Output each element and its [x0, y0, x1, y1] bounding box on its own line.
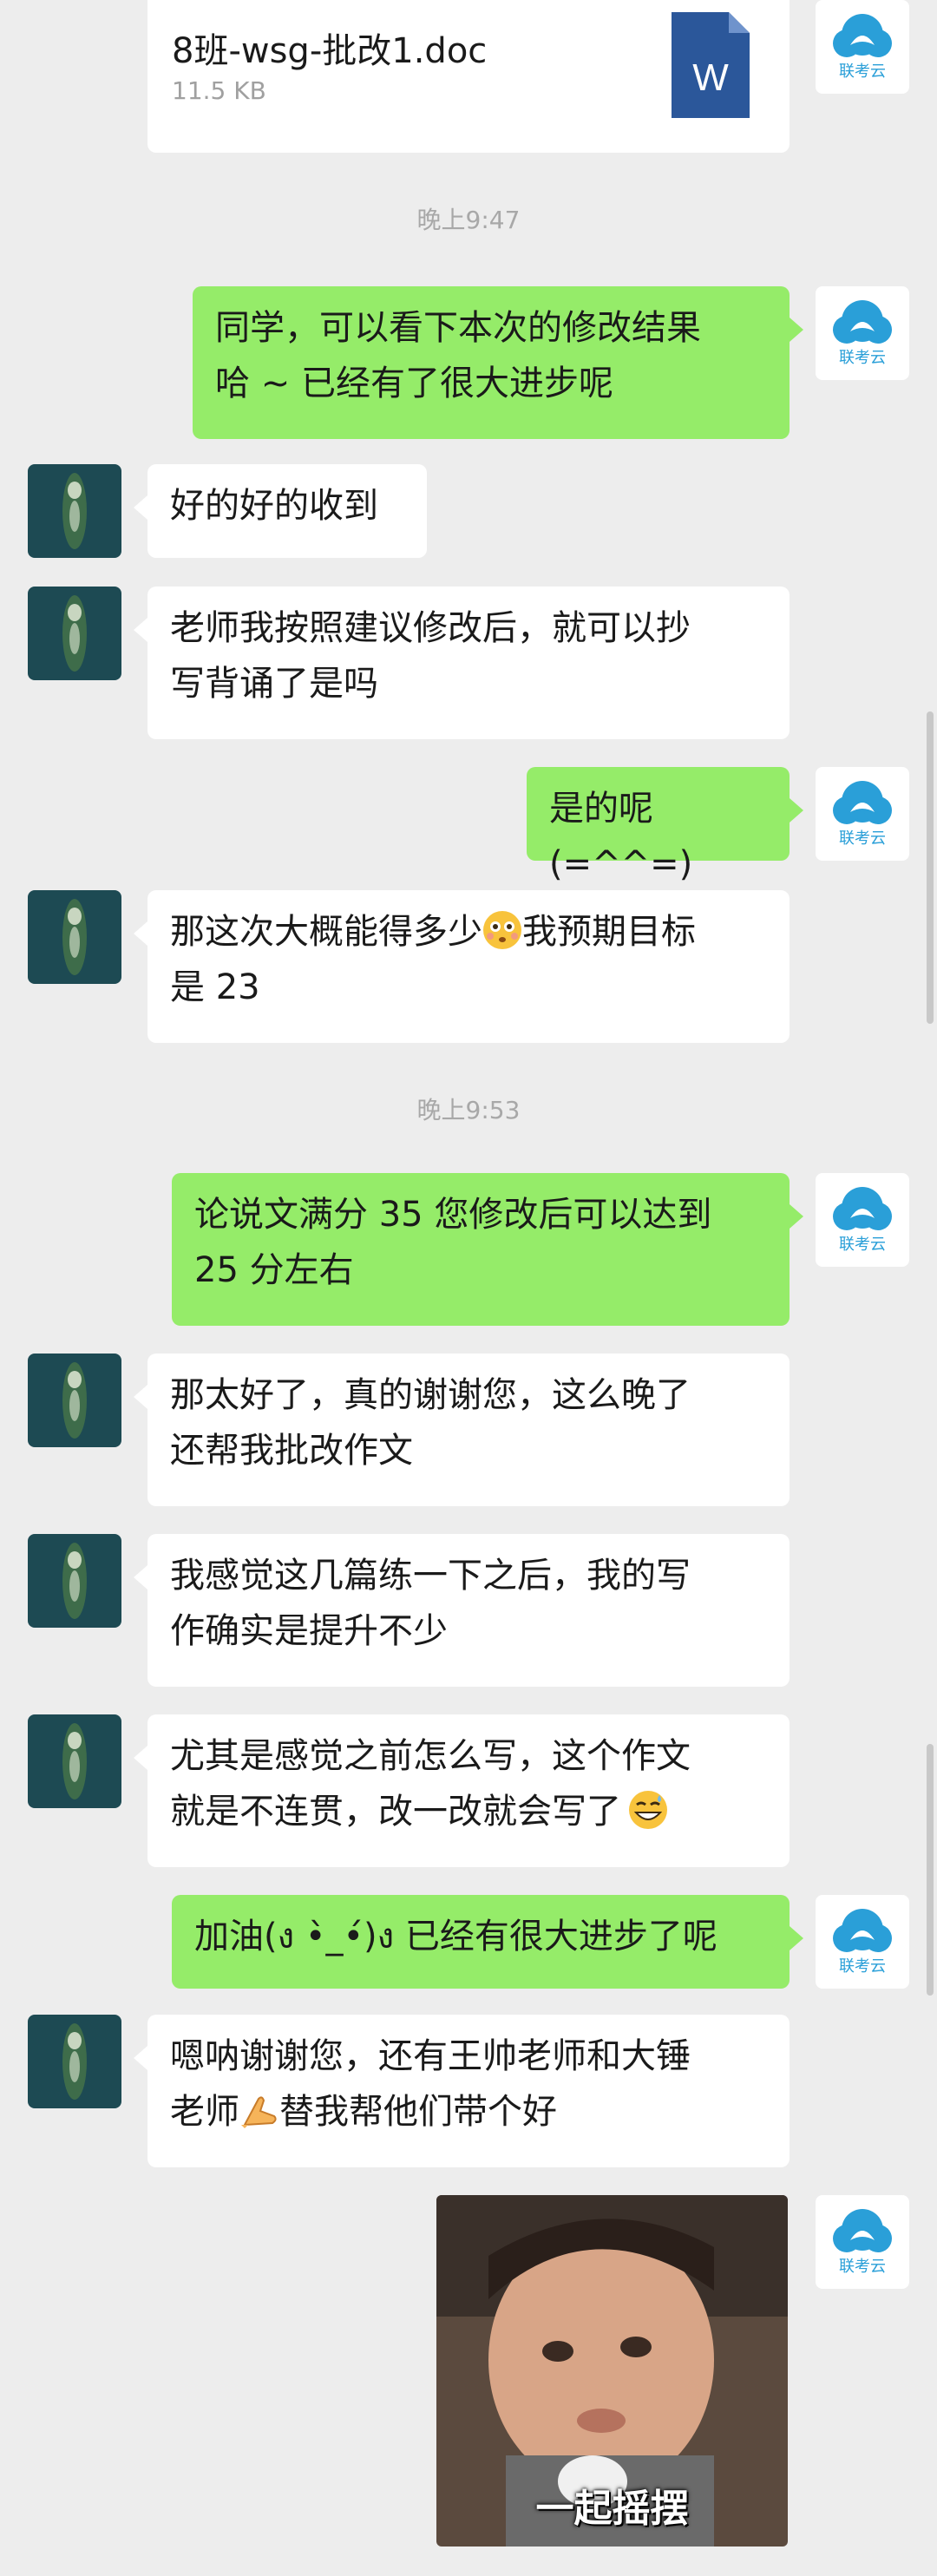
message-bubble[interactable]: 论说文满分 35 您修改后可以达到 25 分左右: [172, 1173, 803, 1326]
message-text: 同学，可以看下本次的修改结果: [215, 308, 701, 348]
praying-hands-emoji-icon: [241, 2096, 277, 2128]
teacher-avatar[interactable]: 联考云: [816, 1895, 909, 1989]
grinning-sweat-emoji-icon: [629, 1791, 667, 1829]
cloud-logo-icon: 联考云: [816, 0, 909, 94]
message-text-part: 就是不连贯，改一改就会写了: [170, 1792, 621, 1832]
message-text: 就是不连贯，改一改就会写了: [170, 1784, 767, 1839]
island-avatar-icon: [28, 1534, 121, 1628]
message-text: 是 23: [170, 967, 260, 1007]
sticker-caption: 一起摇摆: [535, 2487, 689, 2531]
message-bubble[interactable]: 老师我按照建议修改后，就可以抄 写背诵了是吗: [134, 587, 790, 739]
cloud-logo-icon: 联考云: [816, 286, 909, 380]
message-text: 还帮我批改作文: [170, 1431, 413, 1471]
cloud-logo-icon: 联考云: [816, 1173, 909, 1267]
message-text: 论说文满分 35 您修改后可以达到: [194, 1195, 712, 1235]
student-avatar[interactable]: [28, 890, 121, 984]
message-text-part: 替我帮他们带个好: [279, 2092, 557, 2132]
timestamp: 晚上9:53: [416, 1096, 521, 1124]
sticker-image[interactable]: 一起摇摆: [436, 2195, 788, 2547]
message-text-part: 我预期目标: [522, 912, 696, 952]
message-text-part: 老师: [170, 2092, 239, 2132]
student-avatar[interactable]: [28, 1534, 121, 1628]
svg-text:联考云: 联考云: [839, 2258, 886, 2276]
message-text: 老师 替我帮他们带个好: [170, 2084, 767, 2140]
student-avatar[interactable]: [28, 1354, 121, 1447]
svg-text:W: W: [692, 56, 729, 99]
message-text: 好的好的收到: [170, 486, 378, 526]
flushed-emoji-icon: [483, 911, 521, 949]
svg-text:联考云: 联考云: [839, 1957, 886, 1976]
message-bubble[interactable]: 是的呢(=^^=): [527, 767, 803, 884]
message-text: 尤其是感觉之前怎么写，这个作文: [170, 1736, 691, 1776]
cloud-logo-icon: 联考云: [816, 767, 909, 861]
message-text: 嗯呐谢谢您，还有王帅老师和大锤: [170, 2036, 691, 2076]
teacher-avatar[interactable]: 联考云: [816, 2195, 909, 2289]
scrollbar[interactable]: [927, 711, 934, 1024]
message-text: 加油(ง •̀_•́)ง 已经有很大进步了呢: [194, 1917, 717, 1957]
message-text: 写背诵了是吗: [170, 664, 378, 704]
island-avatar-icon: [28, 1714, 121, 1808]
message-bubble[interactable]: 那这次大概能得多少 我预期目标 是 23: [134, 890, 790, 1043]
message-bubble[interactable]: 好的好的收到: [134, 464, 427, 558]
student-avatar[interactable]: [28, 2015, 121, 2108]
teacher-avatar[interactable]: 联考云: [816, 0, 909, 94]
message-text: 老师我按照建议修改后，就可以抄: [170, 608, 691, 648]
svg-text:联考云: 联考云: [839, 349, 886, 367]
teacher-avatar[interactable]: 联考云: [816, 767, 909, 861]
message-bubble[interactable]: 加油(ง •̀_•́)ง 已经有很大进步了呢: [172, 1895, 803, 1989]
message-text: 那这次大概能得多少 我预期目标: [170, 904, 767, 960]
student-avatar[interactable]: [28, 587, 121, 680]
island-avatar-icon: [28, 587, 121, 680]
message-text: 我感觉这几篇练一下之后，我的写: [170, 1556, 691, 1596]
message-bubble[interactable]: 嗯呐谢谢您，还有王帅老师和大锤 老师 替我帮他们带个好: [134, 2015, 790, 2167]
file-size: 11.5 KB: [172, 76, 266, 105]
island-avatar-icon: [28, 2015, 121, 2108]
message-bubble[interactable]: 那太好了，真的谢谢您，这么晚了 还帮我批改作文: [134, 1354, 790, 1506]
island-avatar-icon: [28, 1354, 121, 1447]
file-card[interactable]: 8班-wsg-批改1.doc 11.5 KB W: [147, 0, 790, 153]
island-avatar-icon: [28, 464, 121, 558]
file-name: 8班-wsg-批改1.doc: [172, 31, 488, 71]
message-text-part: 那这次大概能得多少: [170, 912, 482, 952]
svg-text:联考云: 联考云: [839, 829, 886, 848]
message-text: 作确实是提升不少: [170, 1611, 448, 1651]
message-bubble[interactable]: 同学，可以看下本次的修改结果 哈 ~ 已经有了很大进步呢: [193, 286, 803, 439]
message-text: 哈 ~ 已经有了很大进步呢: [215, 364, 613, 403]
student-avatar[interactable]: [28, 1714, 121, 1808]
word-document-icon: W: [672, 12, 750, 118]
cloud-logo-icon: 联考云: [816, 2195, 909, 2289]
scrollbar[interactable]: [927, 1744, 934, 1996]
message-text: 是的呢(=^^=): [549, 789, 693, 884]
timestamp: 晚上9:47: [416, 206, 521, 234]
island-avatar-icon: [28, 890, 121, 984]
message-bubble[interactable]: 我感觉这几篇练一下之后，我的写 作确实是提升不少: [134, 1534, 790, 1687]
message-text: 那太好了，真的谢谢您，这么晚了: [170, 1375, 691, 1415]
student-avatar[interactable]: [28, 464, 121, 558]
message-bubble[interactable]: 尤其是感觉之前怎么写，这个作文 就是不连贯，改一改就会写了: [134, 1714, 790, 1867]
message-text: 25 分左右: [194, 1250, 354, 1290]
cloud-logo-icon: 联考云: [816, 1895, 909, 1989]
svg-text:联考云: 联考云: [839, 62, 886, 81]
teacher-avatar[interactable]: 联考云: [816, 1173, 909, 1267]
teacher-avatar[interactable]: 联考云: [816, 286, 909, 380]
svg-text:联考云: 联考云: [839, 1236, 886, 1254]
